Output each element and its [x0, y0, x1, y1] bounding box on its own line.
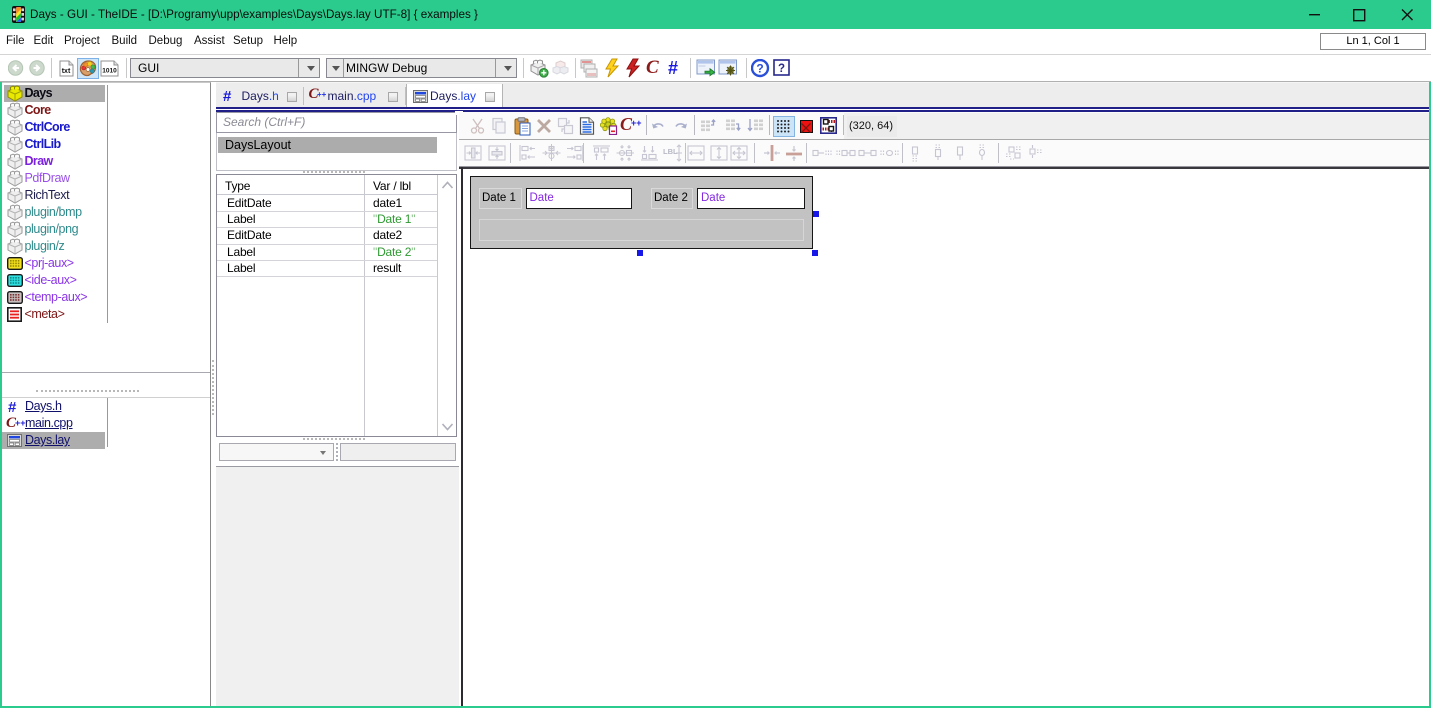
- svg-text:?: ?: [778, 63, 785, 75]
- svg-text:txt: txt: [62, 68, 71, 75]
- svg-text:1010: 1010: [102, 68, 117, 75]
- svg-text:?: ?: [756, 62, 763, 76]
